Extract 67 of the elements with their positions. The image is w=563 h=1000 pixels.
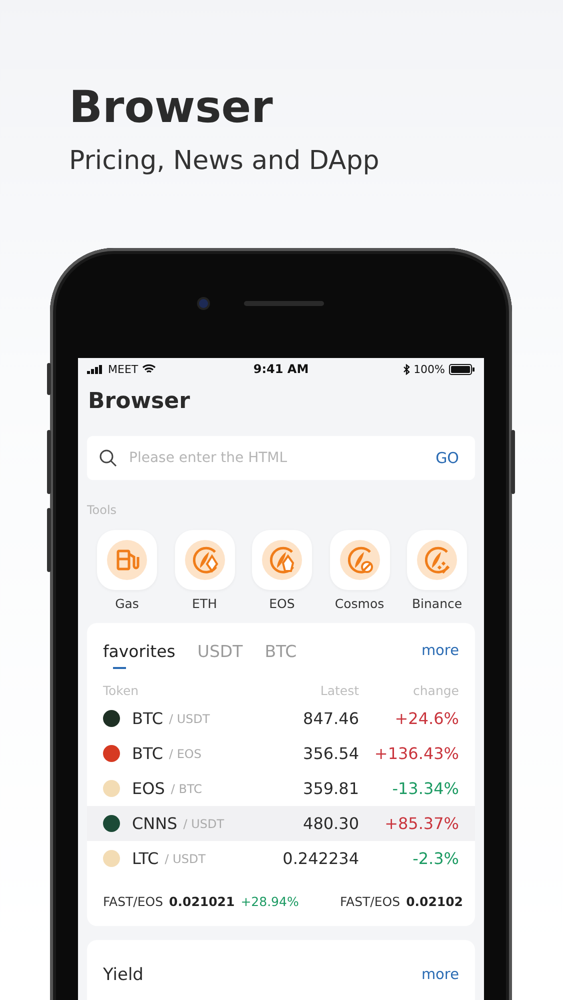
page-title: Browser bbox=[69, 82, 274, 134]
tool-label: ETH bbox=[192, 596, 217, 611]
market-row[interactable]: CNNS / USDT 480.30 +85.37% bbox=[87, 806, 475, 841]
token-name: BTC bbox=[132, 709, 163, 728]
market-row[interactable]: BTC / USDT 847.46 +24.6% bbox=[87, 701, 475, 736]
token-name: BTC bbox=[132, 744, 163, 763]
market-row[interactable]: BTC / EOS 356.54 +136.43% bbox=[87, 736, 475, 771]
quote-currency: / USDT bbox=[168, 712, 210, 726]
carrier-name: MEET bbox=[108, 362, 138, 376]
fuel-pump-icon bbox=[107, 540, 147, 580]
price-change: -2.3% bbox=[412, 849, 459, 868]
price-change: +136.43% bbox=[373, 744, 459, 763]
battery-percent: 100% bbox=[414, 362, 446, 376]
ticker-price: 0.02102 bbox=[406, 894, 463, 908]
screen-title: Browser bbox=[88, 388, 191, 416]
price-change: -13.34% bbox=[391, 779, 459, 798]
quote-currency: / USDT bbox=[183, 816, 224, 830]
market-row[interactable]: LTC / USDT 0.242234 -2.3% bbox=[87, 841, 475, 876]
latest-price: 480.30 bbox=[303, 814, 359, 833]
market-row[interactable]: EOS / BTC 359.81 -13.34% bbox=[87, 771, 475, 806]
column-header: Latest bbox=[319, 682, 359, 698]
tool-label: Binance bbox=[412, 596, 462, 611]
more-link[interactable]: more bbox=[421, 643, 459, 659]
signal-icon bbox=[87, 364, 104, 374]
ticker-price: 0.021021 bbox=[169, 894, 235, 908]
tool-label: Gas bbox=[115, 596, 139, 611]
token-name: LTC bbox=[132, 849, 159, 868]
quote-currency: / EOS bbox=[168, 746, 202, 760]
latest-price: 847.46 bbox=[303, 709, 359, 728]
ticker-pair: FAST/EOS bbox=[340, 894, 400, 908]
search-field[interactable]: Please enter the HTML GO bbox=[87, 436, 475, 480]
token-name: EOS bbox=[132, 779, 165, 798]
leaf-coin-icon bbox=[417, 540, 457, 580]
speaker-icon bbox=[244, 300, 324, 306]
ticker-change: +28.94% bbox=[240, 894, 299, 908]
section-title: Yield bbox=[103, 965, 144, 985]
latest-price: 0.242234 bbox=[282, 849, 359, 868]
column-header: change bbox=[412, 682, 459, 698]
status-time: 9:41 AM bbox=[253, 362, 309, 376]
tool-button[interactable] bbox=[407, 530, 467, 590]
column-header: Token bbox=[103, 682, 140, 698]
tool-button[interactable] bbox=[174, 530, 234, 590]
battery-icon bbox=[449, 364, 476, 374]
latest-price: 359.81 bbox=[303, 779, 359, 798]
tool-button[interactable] bbox=[97, 530, 157, 590]
leaf-coin-icon bbox=[184, 540, 224, 580]
wifi-icon bbox=[142, 364, 156, 374]
quote-currency: / BTC bbox=[170, 782, 202, 796]
camera-icon bbox=[198, 298, 208, 308]
section-label: Tools bbox=[87, 502, 118, 518]
tool-label: Cosmos bbox=[334, 596, 384, 611]
bluetooth-icon bbox=[402, 364, 410, 374]
price-change: +85.37% bbox=[384, 814, 459, 833]
tool-label: EOS bbox=[269, 596, 295, 611]
leaf-coin-icon bbox=[262, 540, 302, 580]
quote-currency: / USDT bbox=[164, 852, 206, 866]
price-change: +24.6% bbox=[394, 709, 459, 728]
page-subtitle: Pricing, News and DApp bbox=[69, 145, 380, 178]
more-link[interactable]: more bbox=[421, 967, 459, 983]
tool-button[interactable] bbox=[252, 530, 312, 590]
token-name: CNNS bbox=[132, 814, 178, 833]
search-icon bbox=[99, 449, 117, 467]
leaf-coin-icon bbox=[340, 540, 380, 580]
tool-button[interactable] bbox=[330, 530, 390, 590]
latest-price: 356.54 bbox=[303, 744, 359, 763]
go-button[interactable]: GO bbox=[436, 449, 459, 467]
ticker-pair: FAST/EOS bbox=[103, 894, 164, 908]
